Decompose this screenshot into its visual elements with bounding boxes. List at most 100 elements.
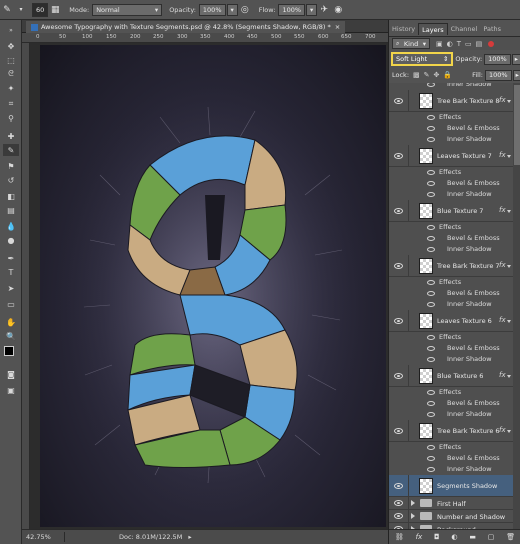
visibility-eye-icon[interactable] [427,115,435,120]
effect-row[interactable]: Inner Shadow [389,299,513,310]
effects-row[interactable]: Effects [389,442,513,453]
filter-adjustment-icon[interactable]: ◐ [447,40,453,48]
visibility-eye-icon[interactable] [427,445,435,450]
opacity-dropdown-icon[interactable]: ▾ [226,3,238,16]
lock-image-icon[interactable]: ✎ [424,71,430,79]
lock-all-icon[interactable]: 🔒 [443,71,452,79]
layer-name[interactable]: Leaves Texture 7 [437,152,492,160]
expand-effects-icon[interactable] [507,320,511,323]
effect-row[interactable]: Inner Shadow [389,83,513,90]
layer-row[interactable]: Tree Bark Texture 6 fx [389,420,513,442]
layer-fx-badge[interactable]: fx [499,316,506,324]
group-name[interactable]: Number and Shadow [437,513,505,521]
layer-fx-badge[interactable]: fx [499,426,506,434]
brush-preset-picker[interactable]: 60 [32,2,49,17]
hand-tool-icon[interactable]: ✋ [3,316,19,328]
filter-pixel-icon[interactable]: ▣ [436,40,443,48]
document-canvas[interactable] [40,45,386,527]
layers-list[interactable]: Inner Shadow Tree Bark Texture 8 fx Effects… [389,83,513,529]
visibility-eye-icon[interactable] [427,225,435,230]
layer-row[interactable]: Tree Bark Texture 7 fx [389,255,513,277]
layer-thumbnail[interactable] [419,258,433,274]
visibility-eye-icon[interactable] [394,482,403,489]
effect-row[interactable]: Inner Shadow [389,244,513,255]
pressure-size-icon[interactable]: ◉ [331,3,345,17]
new-group-icon[interactable]: ▬ [469,533,476,541]
quick-mask-icon[interactable]: ◙ [3,368,19,380]
effect-row[interactable]: Inner Shadow [389,354,513,365]
close-icon[interactable]: × [335,23,340,31]
visibility-eye-icon[interactable] [427,170,435,175]
layer-opacity-field[interactable]: 100% [484,53,511,65]
pressure-opacity-icon[interactable]: ◎ [238,3,252,17]
expand-effects-icon[interactable] [507,265,511,268]
expand-effects-icon[interactable] [507,100,511,103]
new-layer-icon[interactable]: ▢ [488,533,495,541]
opacity-field[interactable]: 100% [198,3,226,16]
mode-select[interactable]: Normal ▾ [92,3,163,16]
effect-row[interactable]: Inner Shadow [389,189,513,200]
scrollbar-thumb[interactable] [514,85,520,165]
effects-row[interactable]: Effects [389,277,513,288]
visibility-eye-icon[interactable] [427,357,435,362]
layer-row[interactable]: Tree Bark Texture 8 fx [389,90,513,112]
eyedropper-tool-icon[interactable]: ⚲ [3,112,19,124]
move-tool-icon[interactable]: ✥ [3,40,19,52]
expand-group-icon[interactable] [411,513,415,519]
group-name[interactable]: First Half [437,500,466,508]
visibility-eye-icon[interactable] [394,207,403,214]
visibility-eye-icon[interactable] [394,97,403,104]
dropdown-arrow-icon[interactable]: ▾ [14,3,28,17]
effects-row[interactable]: Effects [389,387,513,398]
layer-row[interactable]: Leaves Texture 7 fx [389,145,513,167]
layer-name[interactable]: Leaves Texture 6 [437,317,492,325]
layer-thumbnail[interactable] [419,93,433,109]
effects-row[interactable]: Effects [389,112,513,123]
lock-position-icon[interactable]: ✥ [434,71,440,79]
tab-channel[interactable]: Channel [448,23,481,35]
visibility-eye-icon[interactable] [427,346,435,351]
kind-filter-select[interactable]: ⌕ Kind ▾ [392,38,430,49]
visibility-eye-icon[interactable] [394,372,403,379]
layer-row[interactable]: Segments Shadow [389,475,513,497]
group-row[interactable]: First Half [389,497,513,510]
status-menu-arrow-icon[interactable]: ▸ [188,533,191,541]
fill-field[interactable]: 100% [484,69,512,81]
filter-smart-icon[interactable]: ▤ [476,40,483,48]
filter-toggle-icon[interactable] [488,40,495,47]
visibility-eye-icon[interactable] [394,317,403,324]
visibility-eye-icon[interactable] [427,181,435,186]
quick-select-tool-icon[interactable]: ✦ [3,82,19,94]
document-tab[interactable]: Awesome Typography with Texture Segments… [26,21,346,33]
effect-row[interactable]: Bevel & Emboss [389,398,513,409]
history-brush-tool-icon[interactable]: ↺ [3,174,19,186]
visibility-eye-icon[interactable] [427,192,435,197]
layer-thumbnail[interactable] [419,203,433,219]
layer-fx-badge[interactable]: fx [499,151,506,159]
layer-name[interactable]: Tree Bark Texture 6 [437,427,500,435]
filter-type-icon[interactable]: T [457,40,461,48]
effect-row[interactable]: Inner Shadow [389,134,513,145]
effect-row[interactable]: Inner Shadow [389,464,513,475]
blend-mode-select[interactable]: Soft Light ⇕ [391,52,454,66]
flow-field[interactable]: 100% [278,3,306,16]
healing-brush-tool-icon[interactable]: ✚ [3,130,19,142]
layer-name[interactable]: Tree Bark Texture 8 [437,97,500,105]
visibility-eye-icon[interactable] [394,427,403,434]
expand-group-icon[interactable] [411,500,415,506]
expand-effects-icon[interactable] [507,375,511,378]
effect-row[interactable]: Inner Shadow [389,409,513,420]
crop-tool-icon[interactable]: ⌗ [3,98,19,110]
tab-paths[interactable]: Paths [480,23,504,35]
visibility-eye-icon[interactable] [427,335,435,340]
visibility-eye-icon[interactable] [427,291,435,296]
link-layers-icon[interactable]: ⛓ [395,533,404,541]
effects-row[interactable]: Effects [389,332,513,343]
visibility-eye-icon[interactable] [427,236,435,241]
airbrush-icon[interactable]: ✈ [317,3,331,17]
effect-row[interactable]: Bevel & Emboss [389,123,513,134]
layer-fx-badge[interactable]: fx [499,371,506,379]
layer-thumbnail[interactable] [419,313,433,329]
brush-tool-icon[interactable]: ✎ [0,3,14,17]
visibility-eye-icon[interactable] [427,456,435,461]
